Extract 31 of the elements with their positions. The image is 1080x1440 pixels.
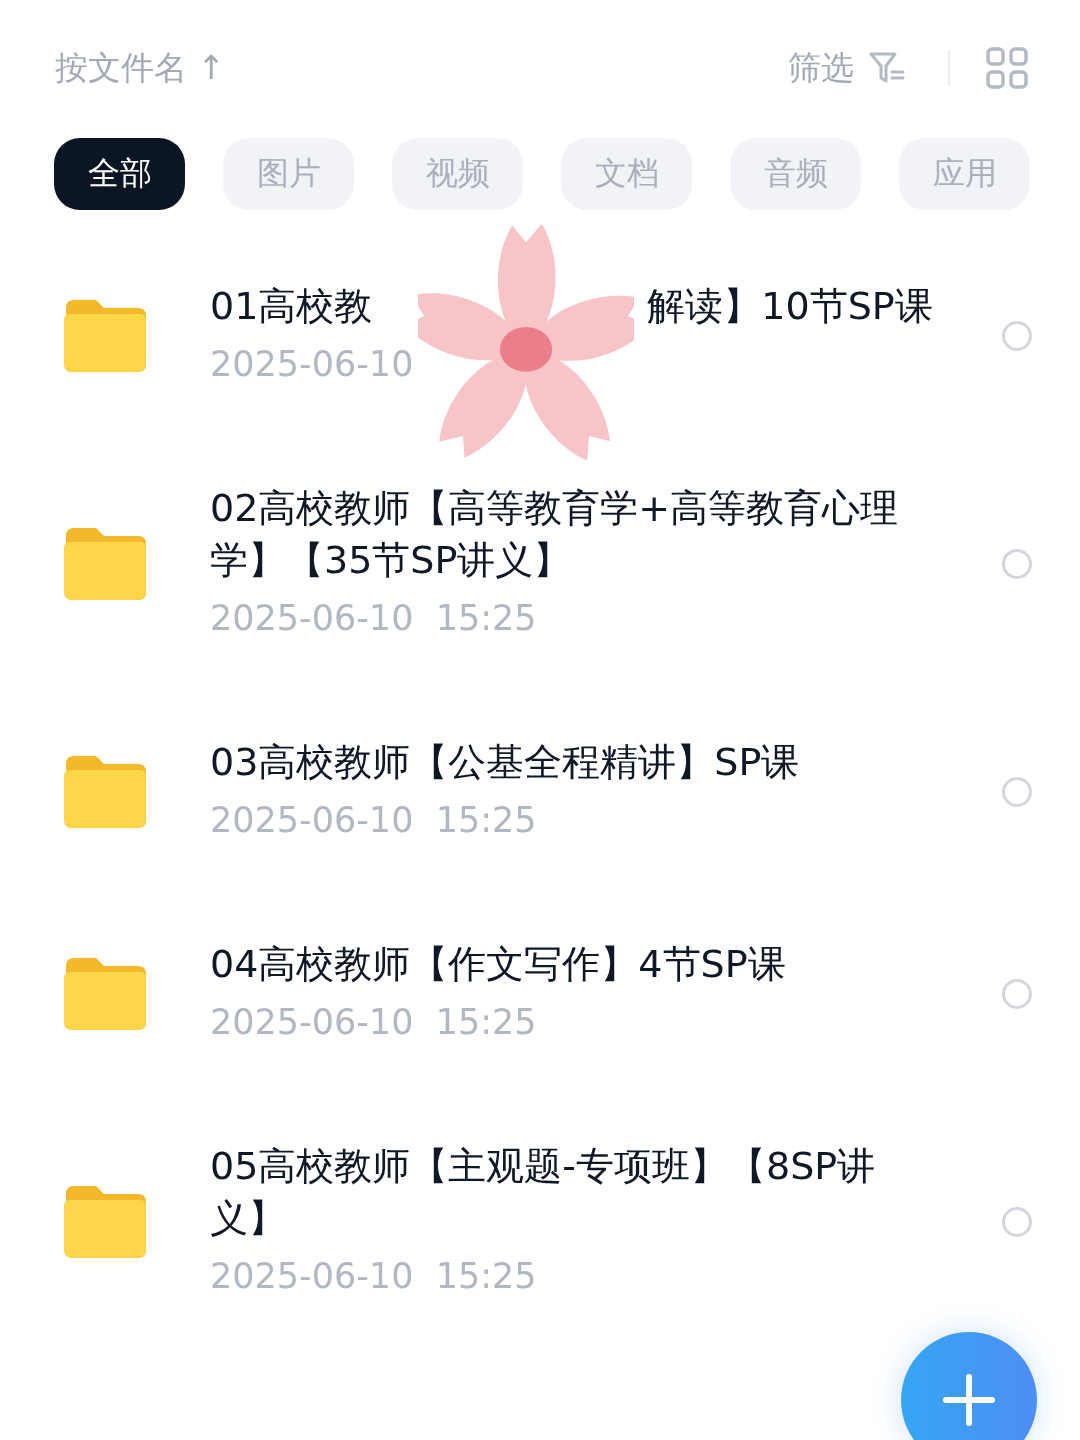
folder-name: 解读】10节SP课 (647, 283, 933, 330)
select-radio[interactable] (1002, 321, 1032, 351)
modified-date: 2025-06-10 15:25 (210, 799, 537, 842)
modified-date: 2025-06-10 15:25 (210, 1001, 537, 1044)
modified-date: 2025-06-10 15:25 (210, 597, 537, 640)
folder-name: 04高校教师【作文写作】4节SP课 (210, 941, 787, 988)
category-tab[interactable]: 图片 (223, 138, 354, 210)
select-radio[interactable] (1002, 979, 1032, 1009)
category-tab[interactable]: 全部 (54, 138, 185, 210)
folder-name: 01高校教 (210, 283, 373, 330)
select-radio[interactable] (1002, 777, 1032, 807)
category-tab[interactable]: 视频 (392, 138, 523, 210)
folder-icon (62, 754, 148, 830)
folder-name: 02高校教师【高等教育学+高等教育心理学】【35节SP讲义】 (210, 485, 900, 584)
grid-view-icon[interactable] (986, 47, 1028, 89)
select-radio[interactable] (1002, 1207, 1032, 1237)
plus-icon (943, 1374, 995, 1426)
folder-name: 03高校教师【公基全程精讲】SP课 (210, 739, 801, 786)
category-tab[interactable]: 文档 (561, 138, 692, 210)
modified-date: 2025-06-10 (210, 343, 414, 386)
filter-button[interactable]: 筛选 (788, 45, 906, 91)
select-radio[interactable] (1002, 549, 1032, 579)
folder-name: 05高校教师【主观题-专项班】【8SP讲义】 (210, 1143, 877, 1242)
category-tab[interactable]: 音频 (730, 138, 861, 210)
category-tab[interactable]: 应用 (899, 138, 1030, 210)
folder-icon (62, 1184, 148, 1260)
folder-icon (62, 298, 148, 374)
modified-date: 2025-06-10 15:25 (210, 1255, 537, 1298)
sort-button[interactable]: 按文件名 ↑ (55, 45, 226, 91)
folder-icon (62, 526, 148, 602)
folder-icon (62, 956, 148, 1032)
